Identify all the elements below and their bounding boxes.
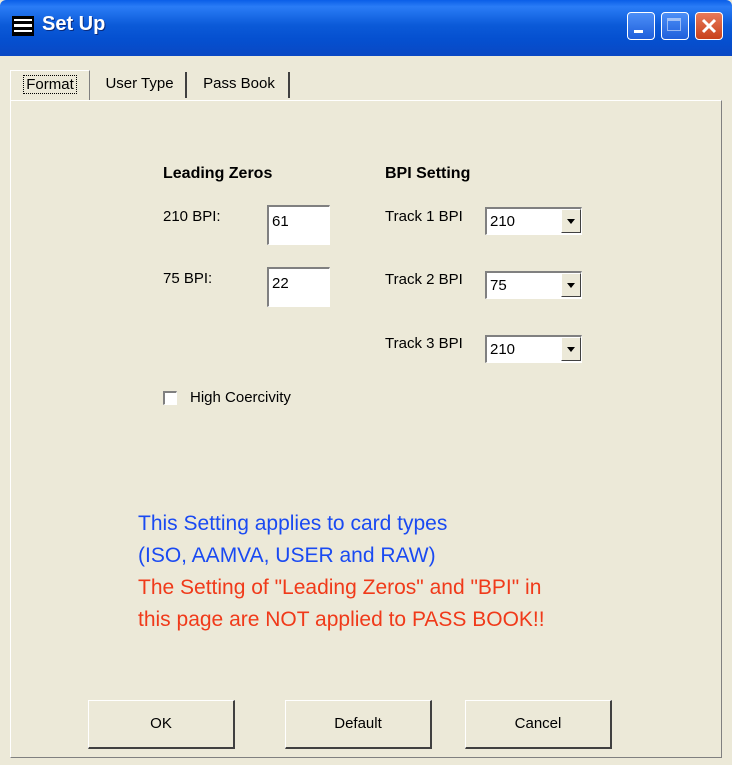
track-3-bpi-select[interactable]: 210 (485, 335, 582, 363)
card-types-info: This Setting applies to card types (ISO,… (138, 508, 447, 572)
close-button[interactable] (695, 12, 723, 40)
minimize-button[interactable] (627, 12, 655, 40)
track-2-bpi-select[interactable]: 75 (485, 271, 582, 299)
maximize-button[interactable] (661, 12, 689, 40)
track-1-bpi-value: 210 (490, 213, 516, 230)
default-button[interactable]: Default (285, 700, 432, 749)
chevron-down-icon[interactable] (561, 273, 581, 297)
leading-zeros-75-label: 75 BPI: (163, 270, 213, 287)
card-types-info-line-1: This Setting applies to card types (138, 512, 448, 535)
tab-user-type-label: User Type (105, 75, 174, 92)
leading-zeros-heading: Leading Zeros (163, 165, 273, 182)
leading-zeros-75-input[interactable]: 22 (267, 267, 330, 307)
tab-format-label: Format (23, 75, 77, 94)
format-panel (10, 100, 722, 758)
title-bar: Set Up (0, 0, 732, 56)
passbook-warning-line-1: The Setting of "Leading Zeros" and "BPI"… (138, 576, 542, 599)
track-1-bpi-label: Track 1 BPI (385, 208, 463, 225)
high-coercivity-label: High Coercivity (190, 389, 291, 406)
leading-zeros-210-input[interactable]: 61 (267, 205, 330, 245)
ok-button[interactable]: OK (88, 700, 235, 749)
chevron-down-icon[interactable] (561, 209, 581, 233)
track-3-bpi-value: 210 (490, 341, 516, 358)
cancel-button[interactable]: Cancel (465, 700, 612, 749)
tab-user-type[interactable]: User Type (92, 70, 187, 100)
high-coercivity-checkbox[interactable] (163, 391, 177, 405)
track-3-bpi-label: Track 3 BPI (385, 335, 463, 352)
close-icon (701, 18, 717, 34)
card-types-info-line-2: (ISO, AAMVA, USER and RAW) (138, 544, 436, 567)
track-1-bpi-select[interactable]: 210 (485, 207, 582, 235)
track-2-bpi-label: Track 2 BPI (385, 271, 463, 288)
tab-pass-book[interactable]: Pass Book (188, 70, 290, 100)
leading-zeros-210-label: 210 BPI: (163, 208, 221, 225)
passbook-warning-line-2: this page are NOT applied to PASS BOOK!! (138, 608, 545, 631)
bpi-setting-heading: BPI Setting (385, 165, 471, 182)
passbook-warning: The Setting of "Leading Zeros" and "BPI"… (138, 572, 545, 636)
tab-format[interactable]: Format (10, 70, 90, 100)
track-2-bpi-value: 75 (490, 277, 507, 294)
window-title: Set Up (42, 13, 106, 35)
app-window-icon (12, 16, 34, 36)
chevron-down-icon[interactable] (561, 337, 581, 361)
tab-pass-book-label: Pass Book (203, 75, 275, 92)
